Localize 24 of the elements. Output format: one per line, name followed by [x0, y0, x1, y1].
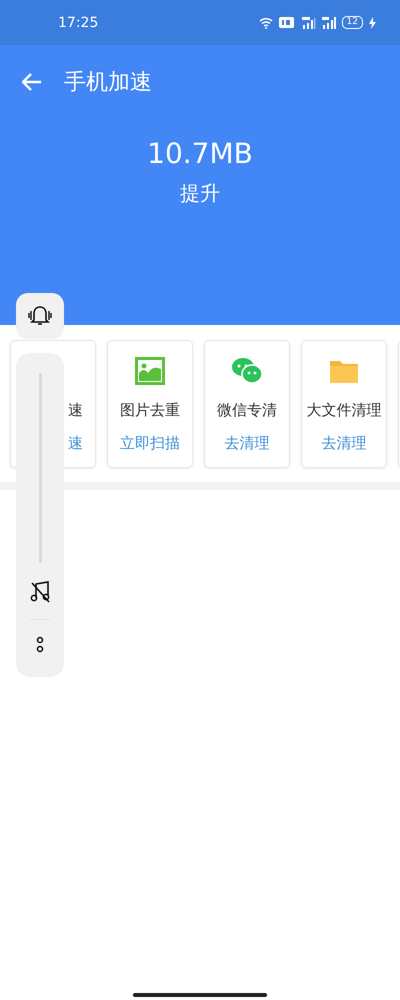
- chat-icon: [231, 357, 263, 385]
- tool-label: 速: [68, 401, 83, 420]
- clock: 17:25: [58, 14, 98, 30]
- boost-amount: 10.7MB: [147, 137, 253, 170]
- tool-label: 微信专清: [217, 401, 277, 420]
- signal-icon: [322, 16, 336, 28]
- image-icon: [135, 357, 165, 385]
- back-icon[interactable]: [22, 73, 42, 91]
- tool-card[interactable]: 大文件清理 去清理: [301, 340, 387, 468]
- page-title: 手机加速: [64, 69, 152, 97]
- tool-label: 大文件清理: [306, 401, 382, 420]
- folder-icon: [329, 358, 359, 384]
- battery-icon: 12: [342, 16, 363, 29]
- boost-caption: 提升: [180, 180, 220, 207]
- music-off-icon[interactable]: [30, 581, 50, 603]
- signal-icon: [300, 16, 316, 28]
- tool-card[interactable]: 微信专清 去清理: [204, 340, 290, 468]
- wifi-icon: [258, 16, 273, 28]
- charging-icon: [369, 16, 376, 28]
- tool-card[interactable]: 图片去重 立即扫描: [107, 340, 193, 468]
- bell-icon: [27, 305, 53, 327]
- more-icon[interactable]: [36, 636, 44, 654]
- tool-label: 图片去重: [120, 401, 180, 420]
- ringer-menu[interactable]: [16, 293, 64, 339]
